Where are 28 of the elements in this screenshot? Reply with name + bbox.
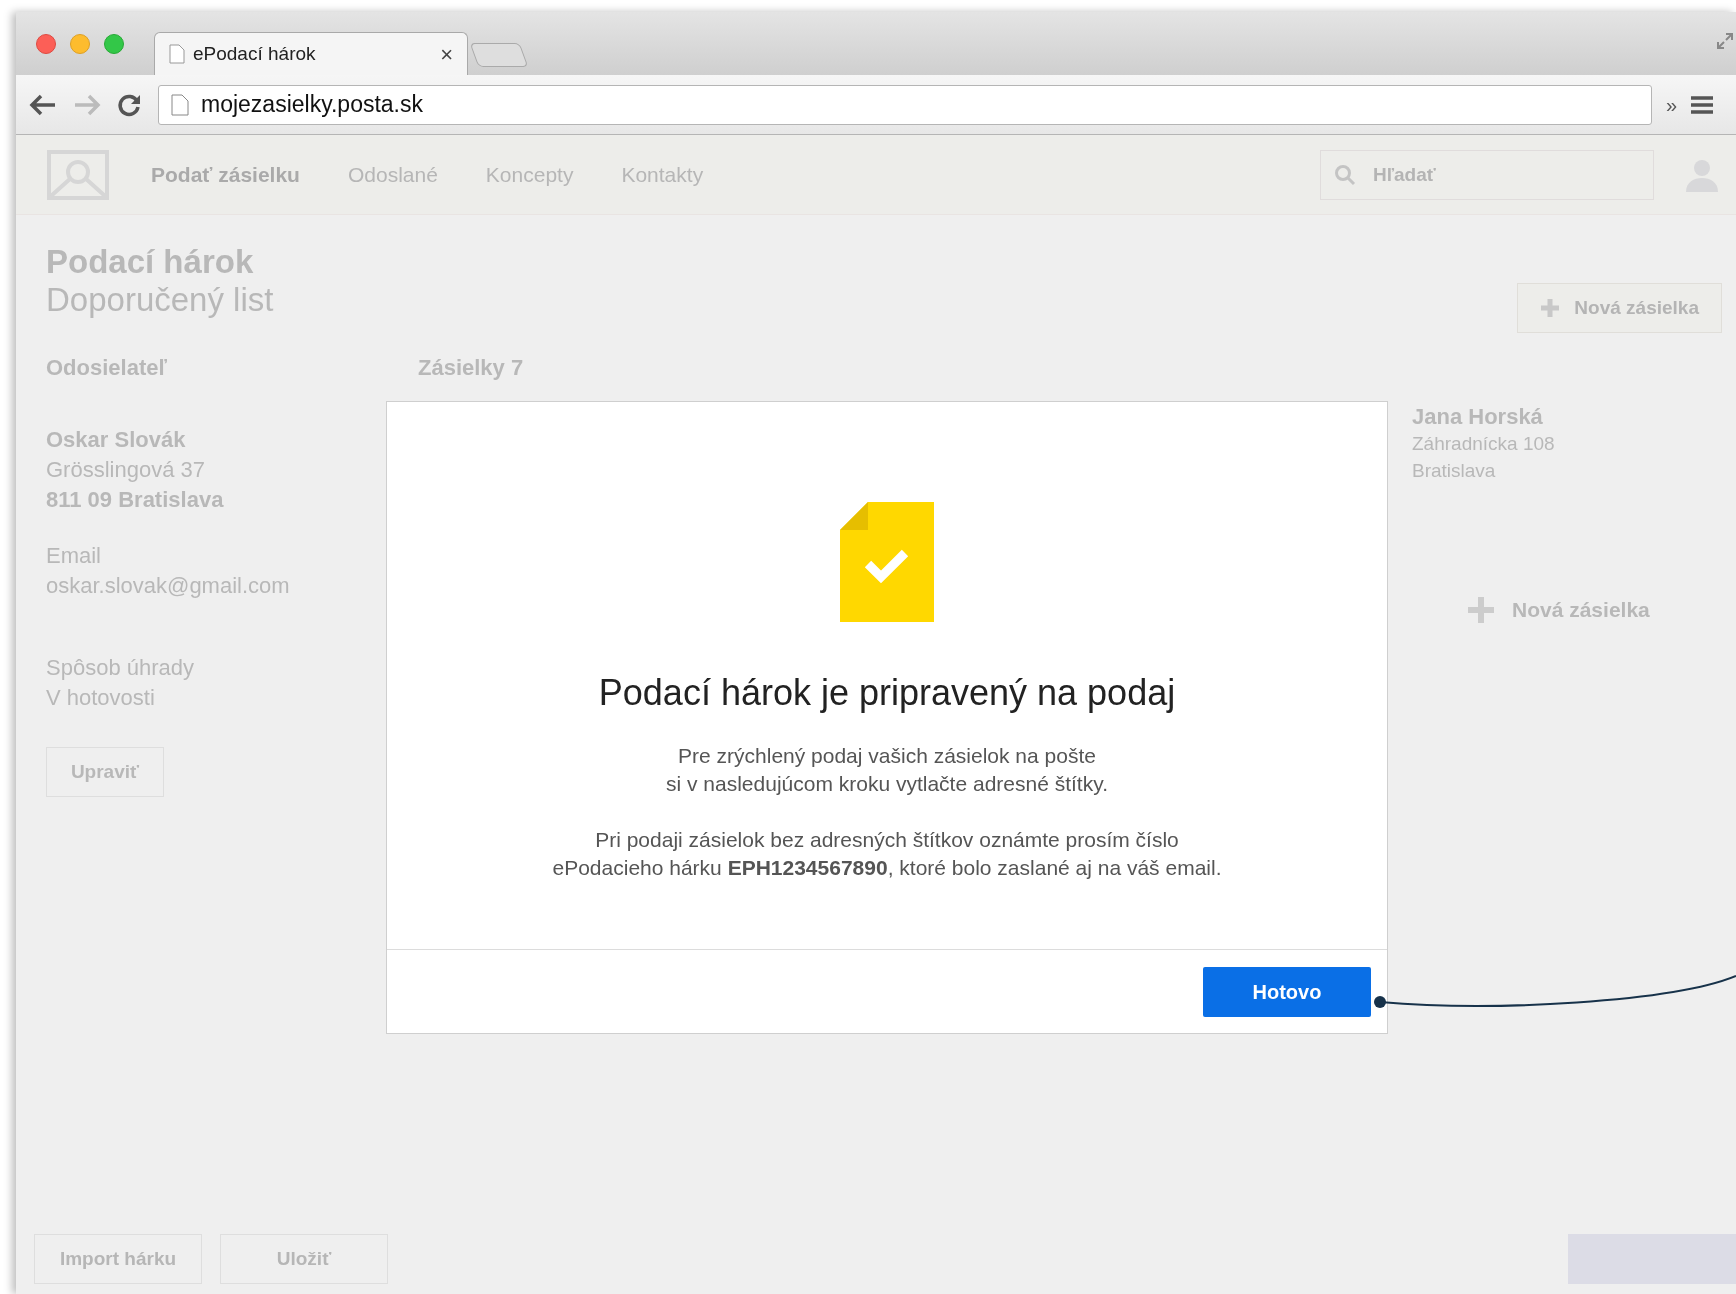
footer-button[interactable]: Import hárku bbox=[34, 1234, 202, 1284]
minimize-window-button[interactable] bbox=[70, 34, 90, 54]
fullscreen-icon[interactable] bbox=[1716, 32, 1734, 50]
search-field[interactable]: Hľadať bbox=[1320, 149, 1654, 200]
new-tab-button[interactable] bbox=[469, 43, 529, 67]
overflow-button[interactable]: » bbox=[1666, 89, 1678, 120]
page-icon bbox=[171, 93, 189, 116]
zoom-window-button[interactable] bbox=[104, 34, 124, 54]
plus-icon bbox=[1468, 596, 1494, 623]
url-text: mojezasielky.posta.sk bbox=[201, 90, 423, 120]
done-button[interactable]: Hotovo bbox=[1203, 966, 1371, 1017]
nav-link[interactable]: Podať zásielku bbox=[151, 158, 300, 191]
document-check-icon bbox=[840, 502, 934, 622]
page-icon bbox=[169, 44, 185, 64]
browser-tab[interactable]: ePodací hárok × bbox=[154, 32, 468, 75]
address-bar[interactable]: mojezasielky.posta.sk bbox=[158, 84, 1652, 125]
close-tab-button[interactable]: × bbox=[440, 37, 453, 71]
search-icon bbox=[1334, 163, 1356, 186]
close-window-button[interactable] bbox=[36, 34, 56, 54]
dialog-message: Pri podaji zásielok bez adresných štítkov oznámte prosím číslo ePodacieho hárku EPH1234567890, ktoré bolo zaslané aj na váš email. bbox=[552, 827, 1222, 881]
tab-title: ePodací hárok bbox=[193, 41, 317, 66]
menu-icon[interactable] bbox=[1691, 94, 1714, 115]
dialog-title: Podací hárok je pripravený na podaj bbox=[598, 671, 1176, 715]
plus-icon bbox=[1540, 298, 1561, 318]
logo-icon bbox=[47, 149, 109, 200]
dialog-message: Pre zrýchlený podaj vašich zásielok na pošte si v nasledujúcom kroku vytlačte adresné štítky. bbox=[666, 743, 1108, 797]
new-shipment-button[interactable]: Nová zásielka bbox=[1517, 283, 1722, 333]
footer-button[interactable]: Uložiť bbox=[220, 1234, 388, 1284]
